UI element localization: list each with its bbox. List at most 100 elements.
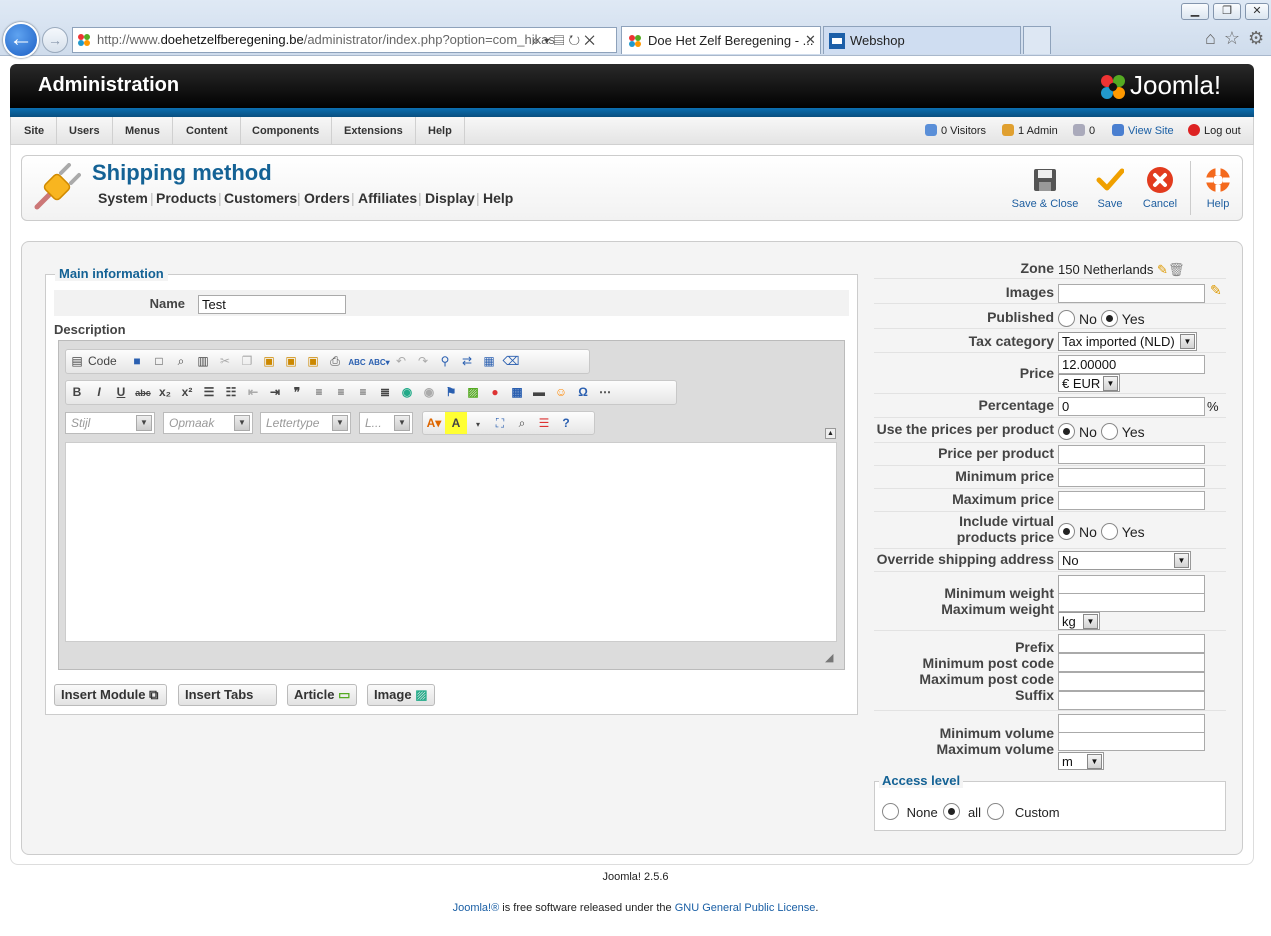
gear-icon[interactable]: ⚙ (1248, 28, 1271, 48)
browser-tab-active[interactable]: Doe Het Zelf Beregening - ... (621, 26, 821, 54)
compat-icon[interactable]: ▤ (554, 32, 569, 48)
copy-icon[interactable]: ❐ (236, 350, 258, 373)
submenu-affiliates[interactable]: Affiliates (358, 190, 417, 206)
outdent-icon[interactable]: ⇤ (242, 381, 264, 404)
prefix-input[interactable] (1058, 634, 1205, 653)
submenu-products[interactable]: Products (156, 190, 217, 206)
unlink-icon[interactable]: ◉ (418, 381, 440, 404)
use-prices-no-radio[interactable] (1058, 423, 1075, 440)
new-document-icon[interactable]: □ (148, 350, 170, 373)
gpl-link[interactable]: GNU General Public License (675, 902, 816, 914)
bullet-list-icon[interactable]: ☷ (220, 381, 242, 404)
code-icon[interactable]: ▤ (66, 350, 88, 373)
currency-select[interactable]: € EUR ▼ (1058, 374, 1120, 392)
submenu-help[interactable]: Help (483, 190, 513, 206)
font-combo[interactable]: Lettertype ▼ (260, 412, 351, 434)
override-select-box[interactable]: No ▼ (1058, 551, 1191, 570)
strikethrough-icon[interactable]: abc (132, 382, 154, 404)
maximum-volume-input[interactable] (1058, 732, 1205, 751)
save-icon[interactable]: ■ (126, 350, 148, 373)
bold-icon[interactable]: B (66, 381, 88, 404)
image-icon[interactable]: ▨ (462, 381, 484, 404)
save-button[interactable]: Save (1090, 166, 1130, 210)
submenu-orders[interactable]: Orders (304, 190, 350, 206)
special-char-icon[interactable]: Ω (572, 381, 594, 404)
align-right-icon[interactable]: ≡ (352, 381, 374, 404)
paste-text-icon[interactable]: ▣ (280, 350, 302, 373)
tax-select-box[interactable]: Tax imported (NLD) ▼ (1058, 332, 1197, 351)
submenu-system[interactable]: System (98, 190, 148, 206)
include-virtual-yes-radio[interactable] (1100, 523, 1118, 540)
remove-format-icon[interactable]: ⌫ (500, 350, 522, 373)
find-icon[interactable]: ⚲ (434, 350, 456, 373)
cancel-button[interactable]: Cancel (1138, 166, 1182, 210)
table-icon[interactable]: ▦ (506, 381, 528, 404)
submenu-display[interactable]: Display (425, 190, 475, 206)
minimize-button[interactable]: ▁ (1181, 3, 1209, 20)
edit-zone-icon[interactable]: ✎ (1157, 262, 1168, 277)
about-icon[interactable]: ? (555, 412, 577, 434)
close-tab-icon[interactable]: ✕ (805, 26, 816, 54)
article-button[interactable]: Article ▭ (287, 684, 357, 706)
browser-tab-webshop[interactable]: Webshop (823, 26, 1021, 54)
anchor-flag-icon[interactable]: ⚑ (440, 381, 462, 404)
spellcheck-icon[interactable]: ABC (346, 351, 368, 373)
templates-icon[interactable]: ▥ (192, 350, 214, 373)
replace-icon[interactable]: ⇄ (456, 350, 478, 373)
volume-unit-select[interactable]: m ▼ (1058, 752, 1104, 770)
editor-content-area[interactable] (65, 442, 837, 642)
published-yes-radio[interactable] (1100, 310, 1118, 327)
redo-icon[interactable]: ↷ (412, 350, 434, 373)
align-left-icon[interactable]: ≡ (308, 381, 330, 404)
menu-help[interactable]: Help (416, 117, 465, 145)
cut-icon[interactable]: ✂ (214, 350, 236, 373)
home-icon[interactable]: ⌂ (1205, 28, 1224, 48)
tax-category-select[interactable]: Tax imported (NLD) ▼ (1058, 332, 1197, 351)
favorites-star-icon[interactable]: ☆ (1224, 28, 1248, 48)
italic-icon[interactable]: I (88, 381, 110, 404)
style-combo[interactable]: Stijl ▼ (65, 412, 155, 434)
submenu-customers[interactable]: Customers (224, 190, 297, 206)
background-color-icon[interactable]: A (445, 412, 467, 434)
refresh-icon[interactable]: ↻ (568, 32, 584, 48)
spellcheck-dropdown-icon[interactable]: ABC▾ (368, 351, 390, 373)
use-prices-yes-radio[interactable] (1100, 423, 1118, 440)
subscript-icon[interactable]: x₂ (154, 381, 176, 404)
minimum-price-input[interactable] (1058, 468, 1205, 487)
forward-button[interactable]: → (42, 27, 68, 53)
page-break-icon[interactable]: ⋯ (594, 381, 616, 404)
text-color-icon[interactable]: A▾ (423, 412, 445, 434)
collapse-toolbar-icon[interactable]: ▲ (825, 428, 836, 439)
size-combo[interactable]: L... ▼ (359, 412, 413, 434)
view-site-link[interactable]: View Site (1112, 124, 1174, 137)
admins-status[interactable]: 1 Admin (1002, 124, 1058, 137)
undo-icon[interactable]: ↶ (390, 350, 412, 373)
currency-select-box[interactable]: € EUR ▼ (1058, 374, 1120, 392)
select-all-icon[interactable]: ▦ (478, 350, 500, 373)
menu-users[interactable]: Users (57, 117, 113, 145)
blockquote-icon[interactable]: ❞ (286, 381, 308, 404)
menu-menus[interactable]: Menus (113, 117, 173, 145)
weight-unit-select[interactable]: kg ▼ (1058, 612, 1100, 630)
print-icon[interactable]: ⎙ (324, 350, 346, 373)
menu-site[interactable]: Site (12, 117, 58, 145)
save-close-button[interactable]: Save & Close (1009, 166, 1081, 210)
images-field[interactable] (1058, 284, 1205, 303)
view-site-label[interactable]: View Site (1128, 125, 1174, 137)
new-tab-button[interactable] (1023, 26, 1051, 54)
preview-icon[interactable]: ⌕ (170, 350, 192, 373)
code-button-label[interactable]: Code (88, 354, 117, 368)
maximum-post-code-input[interactable] (1058, 672, 1205, 691)
visitors-status[interactable]: 0 Visitors (925, 124, 986, 137)
horizontal-rule-icon[interactable]: ▬ (528, 381, 550, 404)
minimum-weight-input[interactable] (1058, 575, 1205, 594)
joomla-link[interactable]: Joomla!® (453, 902, 500, 914)
weight-unit-box[interactable]: kg ▼ (1058, 612, 1100, 630)
percentage-input[interactable]: 0 (1058, 397, 1205, 416)
price-input[interactable]: 12.00000 (1058, 355, 1205, 374)
menu-components[interactable]: Components (240, 117, 333, 145)
override-shipping-select[interactable]: No ▼ (1058, 551, 1191, 570)
help-button[interactable]: Help (1198, 166, 1238, 210)
link-icon[interactable]: ◉ (396, 381, 418, 404)
format-combo[interactable]: Opmaak ▼ (163, 412, 253, 434)
